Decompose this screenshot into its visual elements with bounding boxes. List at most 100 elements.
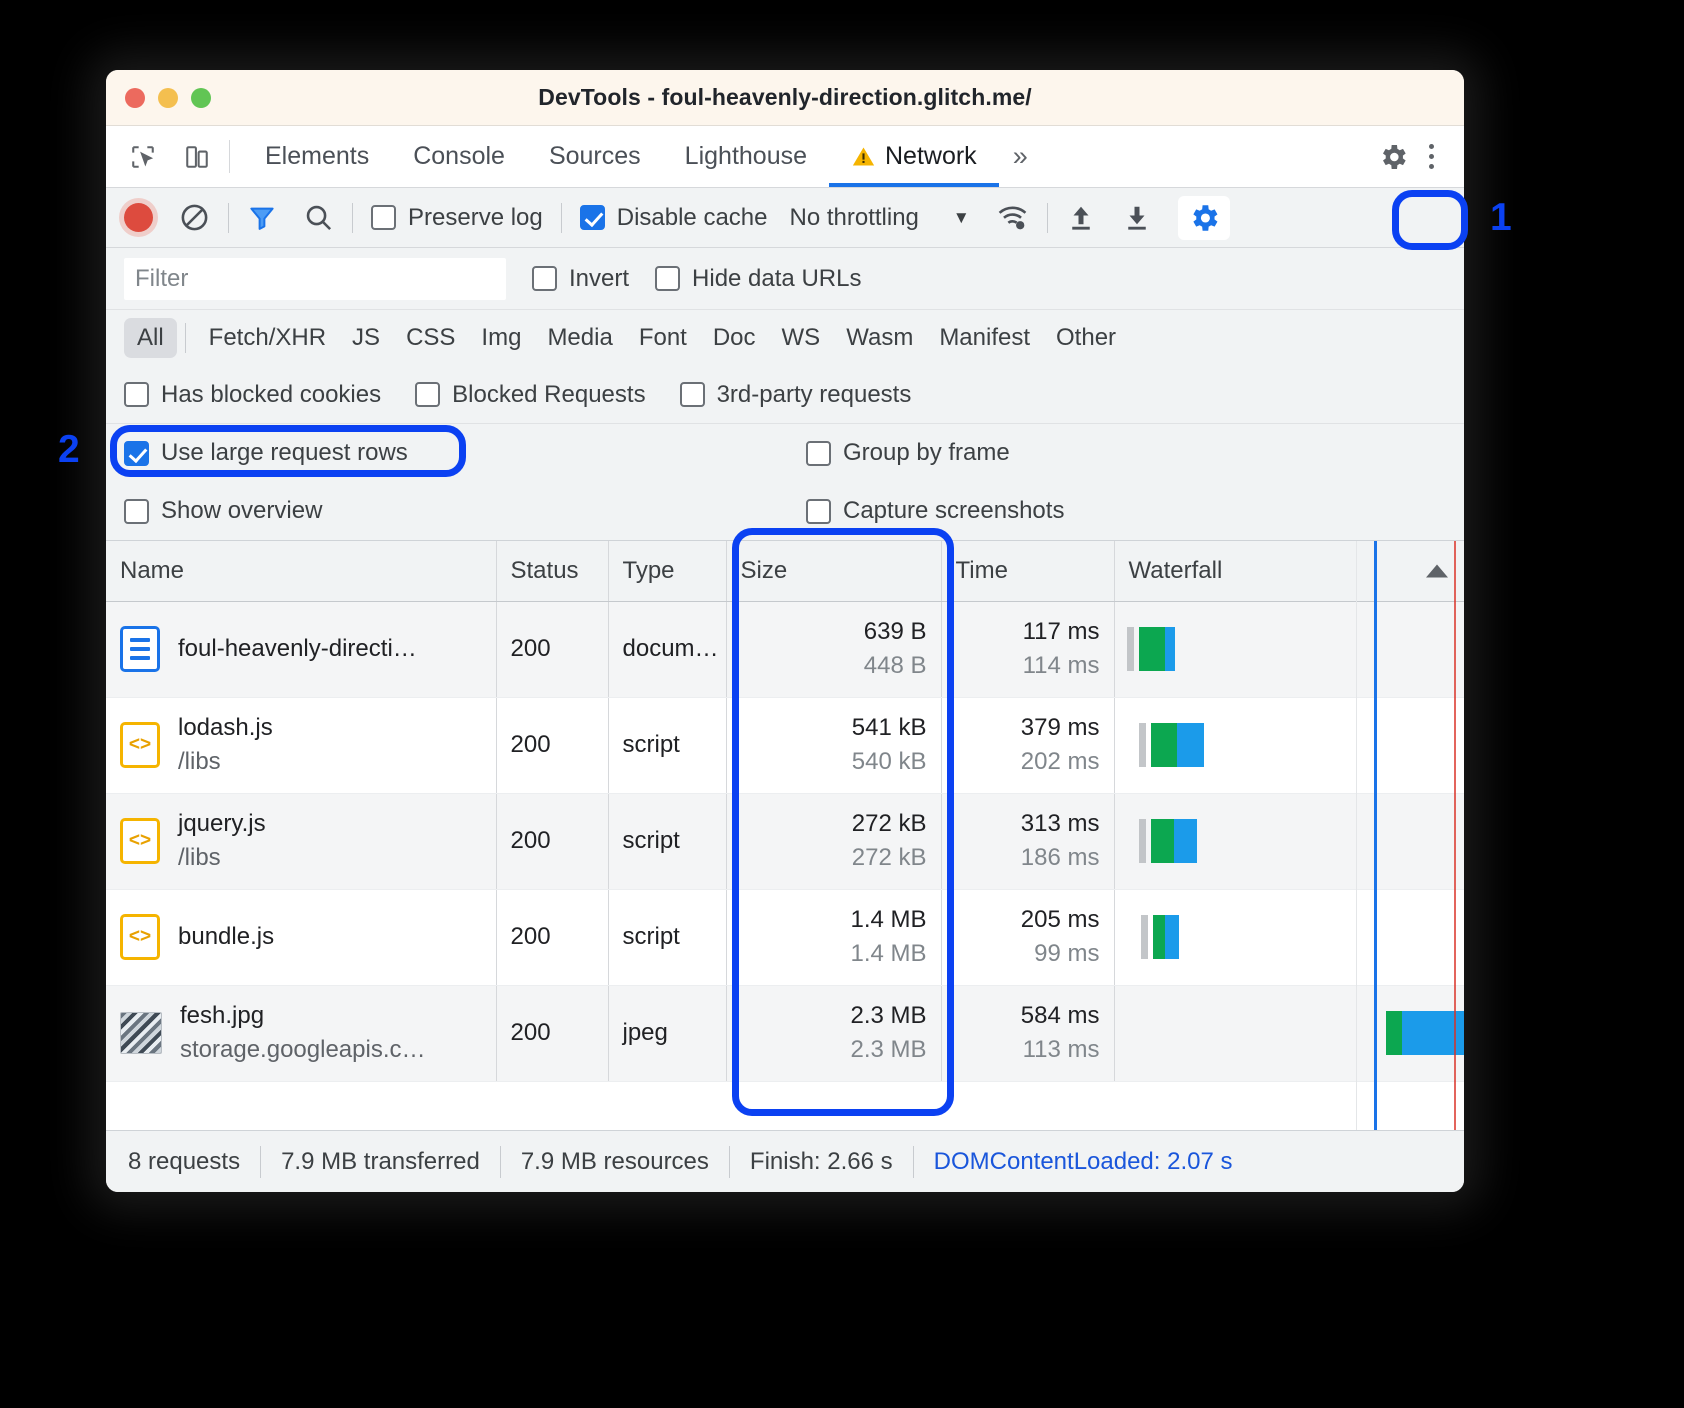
tab-console[interactable]: Console — [391, 126, 527, 187]
use-large-request-rows-checkbox[interactable]: Use large request rows — [124, 439, 408, 467]
group-by-frame-box[interactable] — [806, 441, 831, 466]
script-icon: <> — [120, 722, 160, 768]
column-header-waterfall[interactable]: Waterfall — [1114, 541, 1464, 601]
tab-sources[interactable]: Sources — [527, 126, 663, 187]
cell-name[interactable]: <> jquery.js /libs — [106, 793, 496, 889]
tab-network[interactable]: Network — [829, 126, 999, 187]
tab-lighthouse[interactable]: Lighthouse — [663, 126, 829, 187]
requests-table-container[interactable]: Name Status Type Size Time Waterfall — [106, 540, 1464, 1130]
size-value: 541 kB — [852, 714, 927, 742]
settings-left-2: Show overview — [124, 497, 772, 525]
window-title: DevTools - foul-heavenly-direction.glitc… — [106, 84, 1464, 111]
blocked-requests-label: Blocked Requests — [452, 381, 645, 409]
type-filter-other[interactable]: Other — [1043, 318, 1129, 358]
filter-input[interactable] — [124, 258, 506, 300]
use-large-request-rows-box[interactable] — [124, 441, 149, 466]
resource-type-filters: All Fetch/XHR JS CSS Img Media Font Doc … — [106, 310, 1464, 366]
record-button[interactable] — [124, 196, 153, 240]
hide-data-urls-checkbox[interactable]: Hide data URLs — [655, 265, 861, 293]
column-header-time[interactable]: Time — [941, 541, 1114, 601]
invert-box[interactable] — [532, 266, 557, 291]
time-value: 584 ms — [1021, 1002, 1100, 1030]
column-header-type[interactable]: Type — [608, 541, 726, 601]
waterfall-grid-line — [1356, 541, 1357, 1130]
has-blocked-cookies-checkbox[interactable]: Has blocked cookies — [124, 381, 381, 409]
more-tabs-chevron-icon[interactable]: » — [999, 126, 1042, 187]
capture-screenshots-box[interactable] — [806, 499, 831, 524]
show-overview-checkbox[interactable]: Show overview — [124, 497, 322, 525]
type-filter-font[interactable]: Font — [626, 318, 700, 358]
main-settings-gear-icon[interactable] — [1374, 138, 1412, 176]
network-conditions-button[interactable] — [996, 196, 1029, 240]
preserve-log-checkbox[interactable]: Preserve log — [371, 204, 543, 232]
blocked-requests-box[interactable] — [415, 382, 440, 407]
type-filter-fetchxhr[interactable]: Fetch/XHR — [196, 318, 339, 358]
capture-screenshots-label: Capture screenshots — [843, 497, 1064, 525]
device-toolbar-icon[interactable] — [178, 138, 216, 176]
disable-cache-checkbox[interactable]: Disable cache — [580, 204, 768, 232]
capture-screenshots-checkbox[interactable]: Capture screenshots — [806, 497, 1064, 525]
export-har-button[interactable] — [1122, 196, 1152, 240]
tab-sources-label: Sources — [549, 142, 641, 171]
domcontentloaded-marker-line — [1374, 541, 1377, 1130]
cell-status: 200 — [496, 793, 608, 889]
import-har-button[interactable] — [1066, 196, 1096, 240]
table-row[interactable]: <> lodash.js /libs 200 script 541 — [106, 697, 1464, 793]
row-name: foul-heavenly-directi… — [178, 635, 417, 663]
network-settings-row-2: Show overview Capture screenshots — [106, 482, 1464, 540]
type-filter-doc[interactable]: Doc — [700, 318, 769, 358]
type-filter-css[interactable]: CSS — [393, 318, 468, 358]
column-header-status[interactable]: Status — [496, 541, 608, 601]
hide-data-urls-box[interactable] — [655, 266, 680, 291]
settings-gear-button[interactable] — [1178, 196, 1230, 240]
type-filter-media[interactable]: Media — [534, 318, 625, 358]
tab-elements[interactable]: Elements — [243, 126, 391, 187]
disable-cache-box[interactable] — [580, 205, 605, 230]
preserve-log-label: Preserve log — [408, 204, 543, 232]
third-party-requests-box[interactable] — [680, 382, 705, 407]
clear-button[interactable] — [179, 196, 210, 240]
size-value: 639 B — [864, 618, 927, 646]
waterfall-bar — [1141, 915, 1179, 959]
group-by-frame-checkbox[interactable]: Group by frame — [806, 439, 1010, 467]
blocked-requests-checkbox[interactable]: Blocked Requests — [415, 381, 645, 409]
column-header-size[interactable]: Size — [726, 541, 941, 601]
table-row[interactable]: <> bundle.js 200 script 1.4 MB 1.4 M — [106, 889, 1464, 985]
tab-elements-label: Elements — [265, 142, 369, 171]
cell-name[interactable]: <> bundle.js — [106, 889, 496, 985]
throttling-dropdown[interactable]: No throttling ▼ — [789, 204, 969, 232]
cell-name[interactable]: foul-heavenly-directi… — [106, 601, 496, 697]
type-filter-wasm[interactable]: Wasm — [833, 318, 926, 358]
table-row[interactable]: foul-heavenly-directi… 200 docum… 639 B … — [106, 601, 1464, 697]
cell-time: 584 ms 113 ms — [941, 985, 1114, 1081]
settings-right-2: Capture screenshots — [806, 497, 1064, 525]
settings-left-1: Use large request rows — [124, 439, 772, 467]
window-title-bar: DevTools - foul-heavenly-direction.glitc… — [106, 70, 1464, 126]
search-button[interactable] — [303, 196, 334, 240]
size-value: 1.4 MB — [850, 906, 926, 934]
filter-toggle-button[interactable] — [247, 196, 277, 240]
type-filter-ws[interactable]: WS — [769, 318, 834, 358]
has-blocked-cookies-box[interactable] — [124, 382, 149, 407]
show-overview-box[interactable] — [124, 499, 149, 524]
type-filter-js[interactable]: JS — [339, 318, 393, 358]
document-icon — [120, 626, 160, 672]
table-row[interactable]: fesh.jpg storage.googleapis.c… 200 jpeg … — [106, 985, 1464, 1081]
type-filter-all[interactable]: All — [124, 318, 177, 358]
invert-checkbox[interactable]: Invert — [532, 265, 629, 293]
more-options-kebab-icon[interactable] — [1412, 138, 1450, 176]
type-filter-manifest[interactable]: Manifest — [926, 318, 1043, 358]
table-row[interactable]: <> jquery.js /libs 200 script 272 — [106, 793, 1464, 889]
image-icon — [120, 1012, 162, 1054]
inspect-element-icon[interactable] — [124, 138, 162, 176]
cell-name[interactable]: <> lodash.js /libs — [106, 697, 496, 793]
column-header-name[interactable]: Name — [106, 541, 496, 601]
filter-bar: Invert Hide data URLs — [106, 248, 1464, 310]
preserve-log-box[interactable] — [371, 205, 396, 230]
cell-status: 200 — [496, 601, 608, 697]
cell-name[interactable]: fesh.jpg storage.googleapis.c… — [106, 985, 496, 1081]
third-party-requests-checkbox[interactable]: 3rd-party requests — [680, 381, 912, 409]
cell-size: 541 kB 540 kB — [726, 697, 941, 793]
sort-ascending-icon — [1426, 564, 1448, 577]
type-filter-img[interactable]: Img — [468, 318, 534, 358]
